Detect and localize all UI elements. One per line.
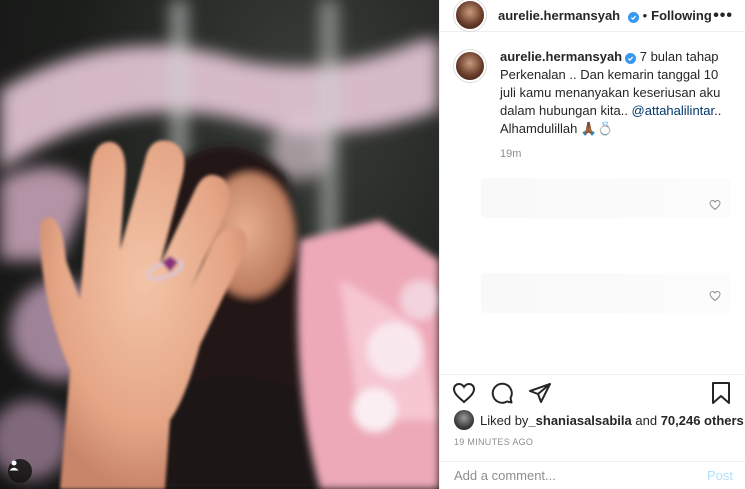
photo-scene (0, 0, 439, 489)
post-timestamp: 19 MINUTES AGO (454, 437, 534, 447)
comment-like-heart-icon[interactable] (709, 198, 721, 216)
post-comment-button[interactable]: Post (707, 468, 733, 483)
author-avatar[interactable] (454, 0, 486, 31)
likes-middle: and (631, 412, 661, 428)
comment-icon[interactable] (490, 381, 514, 405)
verified-badge-icon (627, 11, 639, 23)
likes-summary: Liked by _shaniasalsabila and 70,246 oth… (454, 410, 744, 430)
blurred-comment (481, 273, 731, 313)
blurred-comment (481, 178, 731, 218)
following-button[interactable]: Following (651, 8, 712, 23)
caption-mention-link[interactable]: @attahalilintar (632, 103, 715, 118)
likes-count[interactable]: 70,246 others (661, 413, 744, 428)
caption-username[interactable]: aurelie.hermansyah (500, 49, 622, 64)
user-tag-icon[interactable] (8, 459, 32, 483)
liker-avatar[interactable] (454, 410, 474, 430)
liker-username[interactable]: _shaniasalsabila (528, 413, 631, 428)
heart-icon[interactable] (452, 381, 476, 405)
caption: aurelie.hermansyah 7 bulan tahap Perkena… (454, 48, 731, 138)
author-username[interactable]: aurelie.hermansyah (498, 8, 620, 23)
comment-input[interactable] (454, 468, 699, 483)
bookmark-icon[interactable] (709, 381, 733, 405)
caption-timestamp: 19m (500, 148, 522, 160)
more-icon[interactable]: ••• (713, 7, 733, 25)
header-separator: • (642, 8, 648, 23)
author-username-wrap: aurelie.hermansyah (498, 7, 639, 25)
comments-section: aurelie.hermansyah 7 bulan tahap Perkena… (440, 48, 745, 373)
action-bar (440, 374, 745, 410)
share-icon[interactable] (528, 381, 552, 405)
comment-form: Post (440, 461, 745, 489)
post-photo[interactable] (0, 0, 439, 489)
verified-badge-icon (625, 53, 637, 64)
post-sidebar: aurelie.hermansyah • Following ••• aurel… (439, 0, 745, 489)
caption-avatar[interactable] (454, 50, 486, 82)
caption-text: aurelie.hermansyah 7 bulan tahap Perkena… (500, 48, 722, 138)
post-header: aurelie.hermansyah • Following ••• (440, 0, 745, 32)
likes-prefix: Liked by (480, 412, 529, 428)
comment-like-heart-icon[interactable] (709, 289, 721, 307)
